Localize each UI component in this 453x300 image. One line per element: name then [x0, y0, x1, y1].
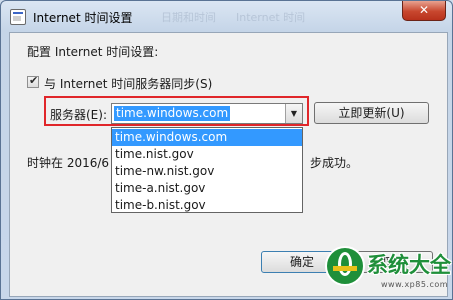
watermark-text: 系统大全 — [367, 253, 451, 277]
site-logo-icon — [325, 246, 365, 286]
background-window-title: 日期和时间 — [161, 11, 216, 24]
dropdown-arrow-icon[interactable]: ▼ — [285, 104, 302, 123]
sync-status-text-end: 步成功。 — [310, 156, 359, 170]
sync-status-text: 时钟在 2016/6 — [27, 156, 110, 170]
settings-heading: 配置 Internet 时间设置: — [27, 45, 159, 59]
window-title: Internet 时间设置 — [33, 11, 133, 25]
window-app-icon — [10, 9, 26, 25]
server-option[interactable]: time-nw.nist.gov — [112, 163, 302, 180]
server-label: 服务器(E): — [50, 108, 107, 122]
server-combobox[interactable]: time.windows.com ▼ — [111, 103, 303, 124]
watermark-url: www.xp85.com — [381, 280, 449, 289]
server-option[interactable]: time-a.nist.gov — [112, 180, 302, 197]
sync-checkbox-label[interactable]: 与 Internet 时间服务器同步(S) — [44, 75, 212, 92]
server-option[interactable]: time.nist.gov — [112, 146, 302, 163]
close-button[interactable]: ✕ — [402, 1, 446, 21]
server-option[interactable]: time.windows.com — [112, 129, 302, 146]
title-bar[interactable]: Internet 时间设置 日期和时间 Internet 时间 ✕ — [1, 1, 452, 31]
server-dropdown-list: time.windows.com time.nist.gov time-nw.n… — [111, 127, 303, 213]
update-now-button[interactable]: 立即更新(U) — [314, 102, 429, 124]
background-tab-title: Internet 时间 — [236, 11, 306, 24]
server-option[interactable]: time-b.nist.gov — [112, 197, 302, 214]
watermark: 系统大全 www.xp85.com — [323, 240, 453, 300]
sync-checkbox[interactable]: ✔ — [27, 74, 39, 88]
server-value[interactable]: time.windows.com — [114, 106, 231, 121]
check-mark-icon: ✔ — [29, 74, 39, 87]
